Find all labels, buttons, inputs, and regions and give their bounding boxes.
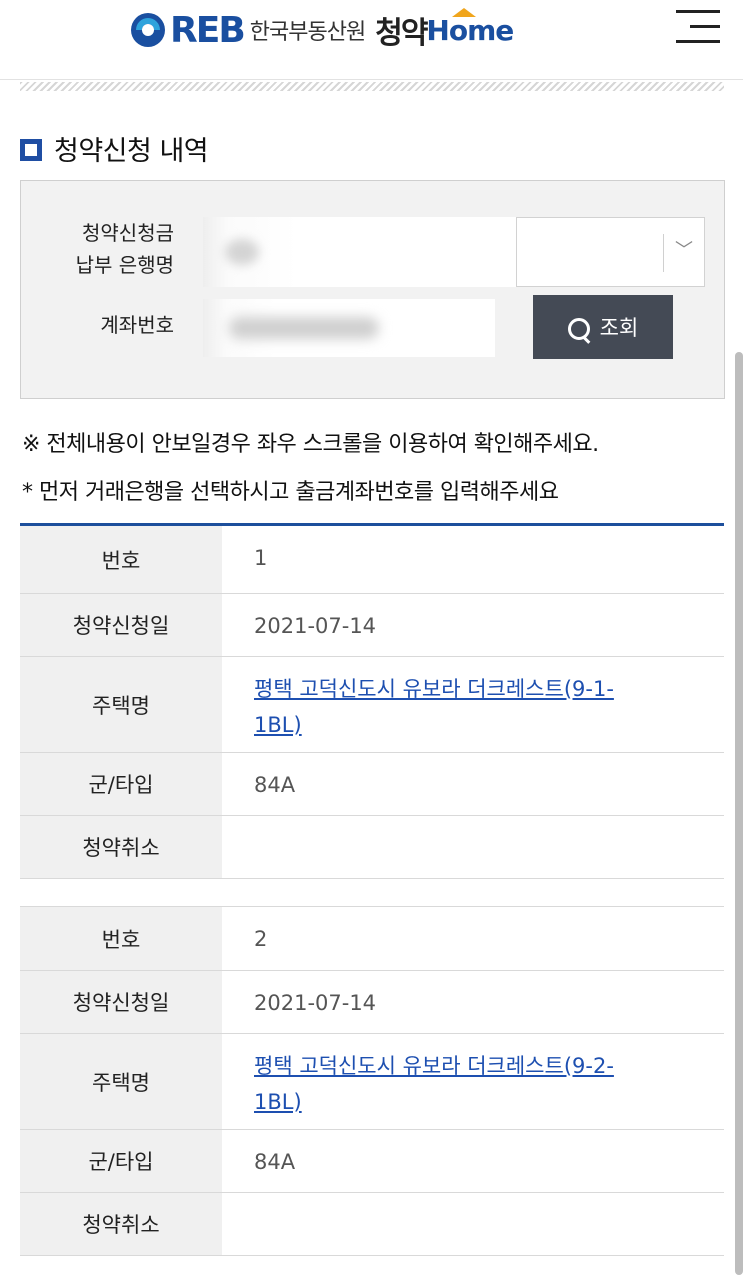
search-form: 청약신청금 납부 은행명 ﹀ 계좌번호 조회 (20, 180, 725, 399)
reb-logo-icon (131, 13, 165, 47)
header-house: 주택명 (20, 657, 222, 752)
table-row: 번호 2 (20, 907, 724, 971)
table-row: 군/타입 84A (20, 1130, 724, 1193)
scroll-note: ※ 전체내용이 안보일경우 좌우 스크롤을 이용하여 확인해주세요. (22, 432, 599, 457)
header-date: 청약신청일 (20, 594, 222, 656)
roof-icon (452, 7, 477, 17)
section-title: 청약신청 내역 (20, 128, 209, 168)
cell-type: 84A (254, 773, 296, 797)
table-row: 청약신청일 2021-07-14 (20, 594, 724, 657)
header-cancel: 청약취소 (20, 816, 222, 878)
header-type: 군/타입 (20, 1130, 222, 1192)
table-row: 청약취소 (20, 1193, 724, 1256)
account-input-blurred[interactable] (203, 299, 495, 357)
site-logo[interactable]: REB 한국부동산원 청약 Home (128, 7, 514, 52)
cell-type: 84A (254, 1150, 296, 1174)
table-row: 주택명 평택 고덕신도시 유보라 더크레스트(9-2- 1BL) (20, 1034, 724, 1130)
cell-date: 2021-07-14 (254, 991, 377, 1015)
hamburger-menu-icon[interactable] (672, 6, 720, 46)
table-row: 청약취소 (20, 816, 724, 879)
cell-cancel (222, 816, 724, 830)
table-row: 번호 1 (20, 526, 724, 594)
logo-brand-text: 청약 (375, 16, 428, 51)
square-bullet-icon (20, 139, 42, 161)
header-divider (20, 82, 724, 91)
chevron-down-icon: ﹀ (675, 240, 693, 261)
header-no: 번호 (20, 907, 222, 970)
site-header: REB 한국부동산원 청약 Home (0, 0, 743, 80)
logo-home-text: Home (426, 7, 514, 47)
logo-reb-text: REB (170, 9, 246, 51)
house-link[interactable]: 평택 고덕신도시 유보라 더크레스트(9-2- 1BL) (254, 1054, 614, 1114)
header-date: 청약신청일 (20, 971, 222, 1033)
bank-label: 청약신청금 납부 은행명 (75, 221, 174, 277)
header-cancel: 청약취소 (20, 1193, 222, 1255)
table-row: 주택명 평택 고덕신도시 유보라 더크레스트(9-1- 1BL) (20, 657, 724, 753)
header-house: 주택명 (20, 1034, 222, 1129)
bank-select[interactable]: ﹀ (516, 217, 705, 287)
header-type: 군/타입 (20, 753, 222, 815)
table-row: 청약신청일 2021-07-14 (20, 971, 724, 1034)
cell-no: 2 (254, 927, 268, 951)
house-link[interactable]: 평택 고덕신도시 유보라 더크레스트(9-1- 1BL) (254, 677, 614, 737)
bank-value-blurred (203, 217, 518, 287)
vertical-scrollbar[interactable] (735, 352, 743, 1275)
logo-org-text: 한국부동산원 (249, 20, 366, 45)
record-1: 번호 1 청약신청일 2021-07-14 주택명 평택 고덕신도시 유보라 더… (20, 526, 724, 879)
table-row: 군/타입 84A (20, 753, 724, 816)
search-button[interactable]: 조회 (533, 295, 673, 359)
cell-house: 평택 고덕신도시 유보라 더크레스트(9-1- 1BL) (222, 657, 724, 743)
cell-cancel (222, 1193, 724, 1207)
record-2: 번호 2 청약신청일 2021-07-14 주택명 평택 고덕신도시 유보라 더… (20, 906, 724, 1256)
header-no: 번호 (20, 526, 222, 593)
instruction-note: * 먼저 거래은행을 선택하시고 출금계좌번호를 입력해주세요 (22, 480, 559, 505)
section-title-text: 청약신청 내역 (54, 135, 209, 167)
account-label: 계좌번호 (100, 313, 174, 337)
cell-no: 1 (254, 546, 268, 570)
search-icon (567, 318, 590, 340)
cell-date: 2021-07-14 (254, 614, 377, 638)
cell-house: 평택 고덕신도시 유보라 더크레스트(9-2- 1BL) (222, 1034, 724, 1120)
